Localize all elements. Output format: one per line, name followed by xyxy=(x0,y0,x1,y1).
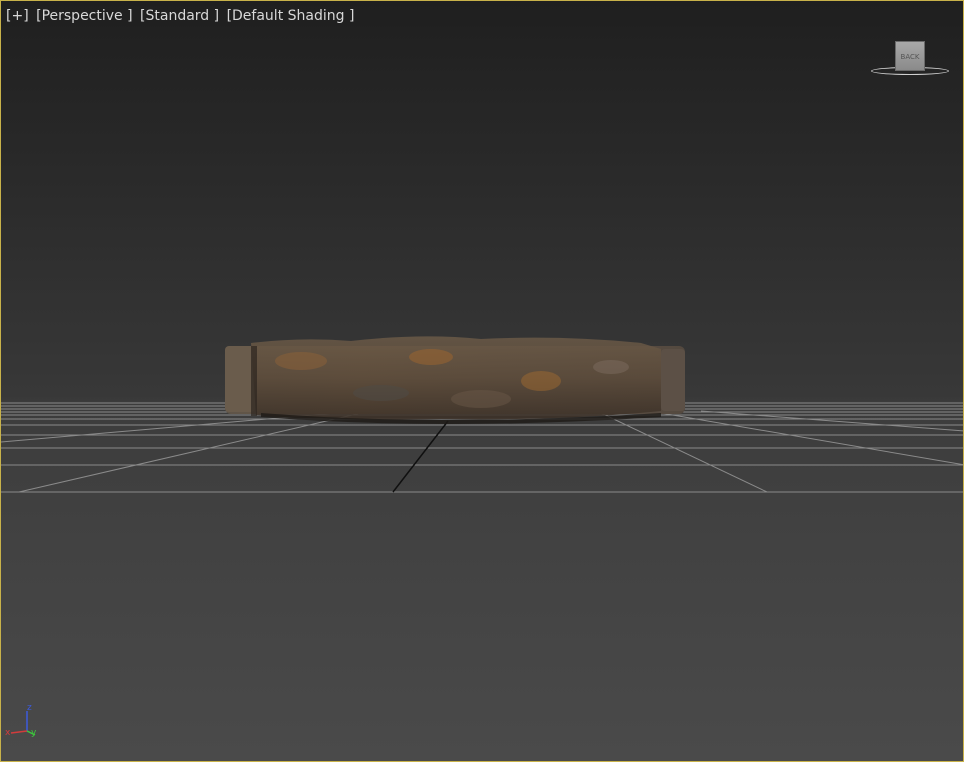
viewport-render-mode-menu[interactable]: [Standard ] xyxy=(140,8,219,24)
axis-z-label: z xyxy=(27,703,32,713)
viewcube[interactable]: BACK xyxy=(869,37,953,81)
grid-center-axis xyxy=(392,420,449,493)
viewcube-face-back[interactable]: BACK xyxy=(895,41,925,71)
scene-canvas[interactable] xyxy=(1,1,964,762)
viewport-general-menu[interactable]: [+] xyxy=(6,8,29,24)
perspective-viewport[interactable]: [+] [Perspective ] [Standard ] [Default … xyxy=(0,0,964,762)
viewport-shading-menu[interactable]: [Default Shading ] xyxy=(227,8,355,24)
viewport-label-menu: [+] [Perspective ] [Standard ] [Default … xyxy=(6,8,357,24)
axis-y-label: y xyxy=(31,728,37,738)
axis-tripod-icon: z x y xyxy=(5,703,37,738)
rusted-gear-model xyxy=(225,336,685,424)
viewport-point-of-view-menu[interactable]: [Perspective ] xyxy=(36,8,132,24)
axis-x-label: x xyxy=(5,728,11,738)
